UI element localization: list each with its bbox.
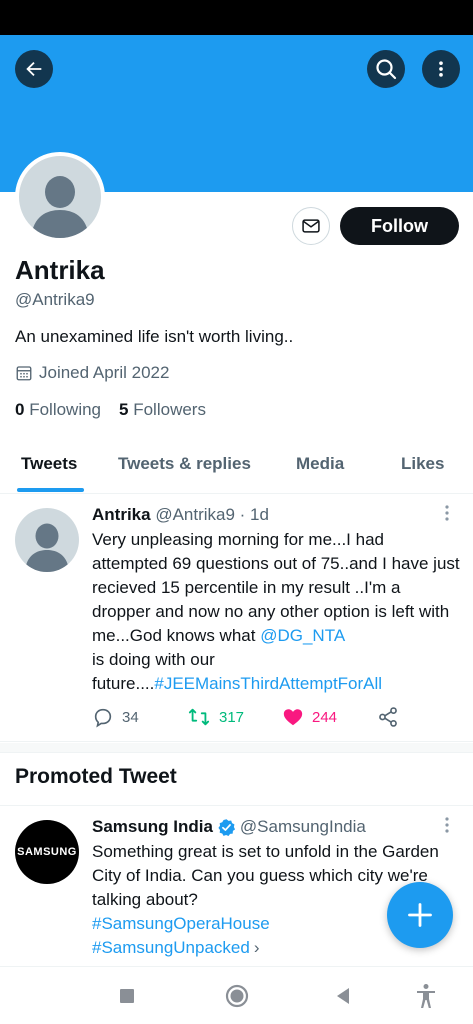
recents-icon — [120, 989, 134, 1003]
promoted-more-button[interactable] — [440, 816, 454, 837]
system-navigation-bar — [0, 966, 473, 1024]
joined-date: Joined April 2022 — [15, 363, 169, 383]
follow-stats: 0 Following 5 Followers — [15, 400, 206, 420]
default-avatar-icon — [25, 523, 69, 572]
tweet-author[interactable]: Antrika — [92, 505, 151, 524]
profile-tabs: Tweets Tweets & replies Media Likes — [0, 436, 473, 494]
back-triangle-icon — [337, 988, 349, 1004]
search-icon — [376, 59, 397, 80]
home-icon — [225, 984, 249, 1008]
calendar-icon — [16, 366, 32, 381]
back-button[interactable] — [15, 50, 53, 88]
accessibility-icon — [417, 984, 435, 1008]
plus-icon — [408, 903, 432, 927]
profile-handle: @Antrika9 — [15, 290, 95, 309]
tweet-hashtag[interactable]: #JEEMainsThirdAttemptForAll — [154, 674, 382, 693]
accessibility-button[interactable] — [413, 983, 439, 1009]
tab-media[interactable]: Media — [296, 454, 344, 474]
tweet-header: Antrika @Antrika9 · 1d — [92, 505, 269, 525]
tab-likes[interactable]: Likes — [401, 454, 444, 474]
more-vertical-icon — [445, 817, 449, 833]
promoted-handle: @SamsungIndia — [239, 817, 366, 836]
recents-button[interactable] — [114, 983, 140, 1009]
followers-link[interactable]: 5 Followers — [119, 400, 206, 420]
promoted-header: Samsung India @SamsungIndia — [92, 817, 366, 837]
samsung-logo[interactable]: SAMSUNG — [15, 820, 79, 884]
profile-bio: An unexamined life isn't worth living.. — [15, 327, 294, 346]
follow-button[interactable]: Follow — [340, 207, 459, 245]
tweet[interactable]: Antrika @Antrika9 · 1d Very unpleasing m… — [0, 494, 473, 742]
active-tab-indicator — [17, 488, 84, 492]
share-icon — [379, 707, 397, 727]
retweet-icon — [188, 708, 210, 726]
tab-tweets-replies[interactable]: Tweets & replies — [118, 454, 251, 474]
tab-tweets[interactable]: Tweets — [21, 454, 77, 474]
tweet-text: Very unpleasing morning for me...I had a… — [92, 530, 460, 693]
home-button[interactable] — [224, 983, 250, 1009]
more-vertical-icon — [445, 505, 449, 521]
verified-icon — [218, 818, 235, 836]
tweet-actions: 34 317 244 — [92, 706, 412, 730]
like-button[interactable]: 244 — [282, 706, 337, 728]
joined-text: Joined April 2022 — [39, 363, 170, 382]
promoted-section-title: Promoted Tweet — [15, 765, 177, 788]
reply-count: 34 — [122, 708, 139, 726]
reply-button[interactable]: 34 — [92, 706, 139, 728]
status-bar — [0, 0, 473, 35]
heart-icon — [283, 709, 303, 726]
mail-icon — [302, 219, 320, 233]
promoted-author[interactable]: Samsung India — [92, 817, 213, 837]
retweet-button[interactable]: 317 — [187, 706, 244, 728]
tweet-handle: @Antrika9 — [155, 505, 235, 524]
reply-icon — [94, 708, 112, 728]
back-arrow-icon — [26, 61, 42, 77]
like-count: 244 — [312, 708, 338, 726]
tweet-avatar[interactable] — [15, 508, 79, 572]
compose-tweet-button[interactable] — [387, 882, 453, 948]
tweet-time: · 1d — [239, 505, 269, 524]
more-vertical-icon — [439, 61, 443, 77]
search-button[interactable] — [367, 50, 405, 88]
tweet-more-button[interactable] — [440, 504, 454, 525]
promoted-hashtag-2[interactable]: #SamsungUnpacked — [92, 938, 250, 957]
chevron-right-icon: › — [253, 938, 260, 957]
default-avatar-icon — [31, 176, 89, 238]
more-options-button[interactable] — [422, 50, 460, 88]
message-button[interactable] — [292, 207, 330, 245]
profile-avatar[interactable] — [15, 152, 105, 242]
retweet-count: 317 — [219, 708, 245, 726]
promoted-hashtag-1[interactable]: #SamsungOperaHouse — [92, 914, 270, 933]
back-nav-button[interactable] — [330, 983, 356, 1009]
share-button[interactable] — [377, 706, 399, 728]
profile-name: Antrika — [15, 255, 105, 285]
following-link[interactable]: 0 Following — [15, 400, 101, 420]
section-divider — [0, 743, 473, 753]
tweet-mention[interactable]: @DG_NTA — [260, 626, 345, 645]
